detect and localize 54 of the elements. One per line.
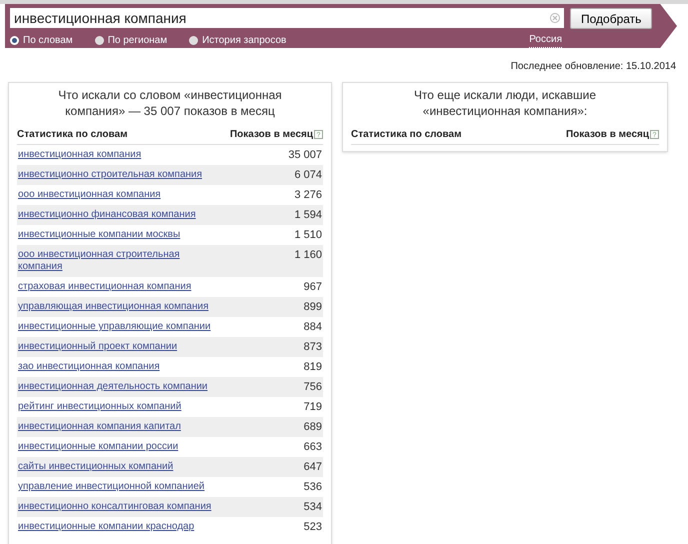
- phrase-link[interactable]: инвестиционные компании россии: [18, 441, 178, 453]
- count-text: 1 510: [294, 229, 322, 241]
- search-button[interactable]: Подобрать: [570, 8, 652, 29]
- radio-button[interactable]: [10, 36, 19, 44]
- radio-button[interactable]: [189, 36, 198, 44]
- count-text: 899: [304, 301, 322, 313]
- count-text: 1 594: [294, 209, 322, 221]
- count-text: 756: [304, 381, 322, 393]
- count-text: 6 074: [294, 169, 322, 181]
- count-text: 873: [304, 341, 322, 353]
- phrase-link[interactable]: управление инвестиционной компанией: [18, 481, 205, 493]
- phrase-link[interactable]: инвестиционные компании краснодар: [18, 521, 194, 533]
- phrase-link[interactable]: инвестиционная деятельность компании: [18, 381, 208, 393]
- count-text: 647: [304, 461, 322, 473]
- column-header: Статистика по словам: [17, 128, 128, 142]
- phrase-link[interactable]: инвестиционно строительная компания: [18, 169, 202, 181]
- phrase-link[interactable]: зао инвестиционная компания: [18, 361, 160, 373]
- region-link[interactable]: Россия: [529, 32, 562, 48]
- column-header: Статистика по словам: [351, 128, 462, 142]
- phrase-link[interactable]: ооо инвестиционная строительная компания: [18, 249, 223, 273]
- phrase-link[interactable]: инвестиционно консалтинговая компания: [18, 501, 212, 513]
- column-header: Показов в месяц: [230, 128, 313, 142]
- radio-label[interactable]: По регионам: [108, 32, 168, 48]
- count-text: 3 276: [294, 189, 322, 201]
- panel-title: Что искали со словом «инвестиционная компания» — 35 007 показов в месяц: [57, 87, 283, 119]
- last-update-text: Последнее обновление: 15.10.2014: [510, 60, 676, 74]
- radio-label[interactable]: По словам: [23, 32, 73, 48]
- count-text: 523: [304, 521, 322, 533]
- phrase-link[interactable]: инвестиционные компании москвы: [18, 229, 180, 241]
- count-text: 967: [304, 281, 322, 293]
- radio-button[interactable]: [94, 36, 104, 44]
- phrase-link[interactable]: инвестиционный проект компании: [18, 341, 178, 353]
- phrase-link[interactable]: инвестиционная компания капитал: [18, 421, 181, 433]
- count-text: 534: [304, 501, 322, 513]
- phrase-link[interactable]: инвестиционно финансовая компания: [18, 209, 196, 221]
- phrase-link[interactable]: страховая инвестиционная компания: [18, 281, 192, 293]
- count-text: 689: [304, 421, 322, 433]
- radio-label[interactable]: История запросов: [202, 32, 286, 48]
- phrase-link[interactable]: ооо инвестиционная компания: [18, 189, 161, 201]
- count-text: 819: [304, 361, 322, 373]
- phrase-link[interactable]: инвестиционная компания: [18, 149, 142, 161]
- count-text: 1 160: [294, 249, 322, 261]
- column-header: Показов в месяц: [566, 128, 649, 142]
- phrase-link[interactable]: сайты инвестиционных компаний: [18, 461, 174, 473]
- count-text: 536: [304, 481, 322, 493]
- phrase-link[interactable]: управляющая инвестиционная компания: [18, 301, 208, 313]
- search-field[interactable]: инвестиционная компания: [10, 8, 564, 28]
- panel-title: Что еще искали люди, искавшие «инвестиционная компания»:: [412, 87, 598, 119]
- phrase-link[interactable]: рейтинг инвестиционных компаний: [18, 401, 182, 413]
- count-text: 719: [304, 401, 322, 413]
- count-text: 884: [304, 321, 322, 333]
- phrase-link[interactable]: инвестиционные управляющие компании: [18, 321, 211, 333]
- count-text: 663: [304, 441, 322, 453]
- count-text: 35 007: [288, 149, 322, 161]
